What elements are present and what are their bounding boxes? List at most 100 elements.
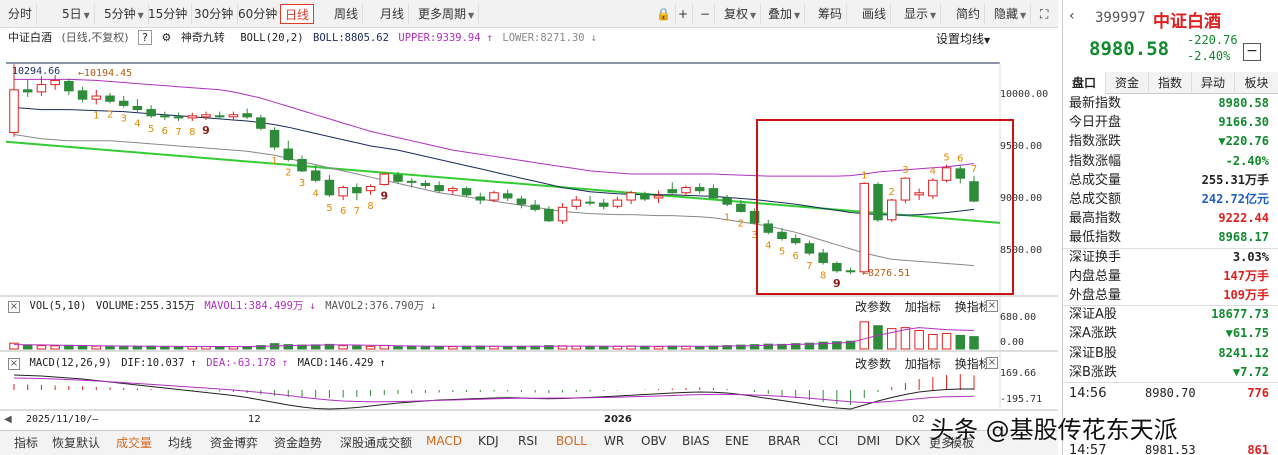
candle xyxy=(269,129,280,148)
candle xyxy=(708,188,719,199)
volume-bar xyxy=(393,346,403,350)
candle xyxy=(91,95,102,100)
close-icon[interactable]: × xyxy=(8,358,20,370)
watermark: 头条 @基股传花东天派 xyxy=(930,416,1178,444)
quote-row-value: 147万手 xyxy=(1223,268,1269,283)
candle xyxy=(969,181,979,202)
td-label: 2 xyxy=(889,187,895,198)
indicator-tab-16[interactable]: CCI xyxy=(818,434,838,448)
td-label: 8 xyxy=(189,127,195,138)
macd-label: MACD(12,26,9) xyxy=(29,357,112,369)
candle xyxy=(928,179,938,197)
candle xyxy=(201,114,211,118)
candle xyxy=(160,115,170,118)
indicator-tab-15[interactable]: BRAR xyxy=(768,434,801,448)
quote-row: 最新指数 8980.58 xyxy=(1069,94,1273,113)
quote-row-value: 9222.44 xyxy=(1218,211,1269,226)
volume-bar xyxy=(132,345,143,350)
volume-bar xyxy=(77,345,88,350)
vol-add-indicator-button[interactable]: 加指标 xyxy=(905,300,941,314)
panel-change: -220.76 xyxy=(1187,33,1238,47)
quote-row-label: 最新指数 xyxy=(1069,96,1122,111)
candle xyxy=(845,270,856,273)
indicator-tab-13[interactable]: BIAS xyxy=(682,434,710,448)
collapse-icon[interactable]: − xyxy=(1243,43,1261,61)
macd-value: MACD:146.429 ↑ xyxy=(297,357,386,369)
candle xyxy=(763,223,774,233)
candle xyxy=(722,197,732,205)
divider xyxy=(1063,382,1278,383)
td-label: 3 xyxy=(121,113,127,124)
indicator-tab-8[interactable]: KDJ xyxy=(478,434,499,448)
macd-change-params-button[interactable]: 改参数 xyxy=(855,357,891,371)
vol-mavol1: MAVOL1:384.499万 ↓ xyxy=(204,300,316,312)
candle xyxy=(132,105,143,111)
indicator-tab-6[interactable]: 深股通成交额 xyxy=(340,434,412,451)
quote-row-value: 109万手 xyxy=(1223,288,1269,302)
macd-dif: DIF:10.037 ↑ xyxy=(121,357,197,369)
vol-volume: VOLUME:255.315万 xyxy=(95,300,195,312)
indicator-tab-9[interactable]: RSI xyxy=(518,434,538,448)
quote-row: 最低指数 8968.17 xyxy=(1069,228,1273,247)
candle xyxy=(475,196,486,201)
quote-row: 深证B股 8241.12 xyxy=(1069,344,1273,363)
left-arrow-icon[interactable]: ‹ xyxy=(1069,8,1075,24)
volume-bar xyxy=(969,336,979,350)
boll-upper-line xyxy=(14,78,975,177)
quote-row-value: 18677.73 xyxy=(1211,307,1269,322)
macd-dea-text: DEA:-63.178 xyxy=(206,357,276,369)
td-label: 8 xyxy=(367,201,373,212)
indicator-tab-11[interactable]: WR xyxy=(604,434,624,448)
indicator-tab-2[interactable]: 成交量 xyxy=(116,434,152,451)
tab-sector[interactable]: 板块 xyxy=(1235,72,1278,94)
td-label: 1 xyxy=(724,212,730,223)
indicator-tab-12[interactable]: OBV xyxy=(641,434,667,448)
quote-row-value: 255.31万手 xyxy=(1201,172,1269,187)
vol-change-params-button[interactable]: 改参数 xyxy=(855,300,891,314)
indicator-tab-17[interactable]: DMI xyxy=(857,434,880,448)
tab-index[interactable]: 指数 xyxy=(1149,72,1192,94)
candle xyxy=(310,170,321,181)
indicator-tab-10[interactable]: BOLL xyxy=(556,434,587,448)
volume-bar xyxy=(365,345,376,350)
volume-bar xyxy=(420,346,431,350)
vol-mavol2: MAVOL2:376.790万 ↓ xyxy=(325,300,437,312)
quote-row-label: 今日开盘 xyxy=(1069,115,1122,131)
scroll-left-icon[interactable]: ◀ xyxy=(4,414,12,425)
candle xyxy=(832,262,842,272)
indicator-tab-3[interactable]: 均线 xyxy=(168,434,192,451)
macd-add-indicator-button[interactable]: 加指标 xyxy=(905,357,941,371)
close-icon[interactable]: × xyxy=(986,357,998,369)
tab-anomaly[interactable]: 异动 xyxy=(1192,72,1235,94)
indicator-tab-4[interactable]: 资金博弈 xyxy=(210,434,258,451)
indicator-tab-18[interactable]: DKX xyxy=(895,434,920,448)
candle xyxy=(283,148,294,160)
volume-bar xyxy=(434,345,444,350)
candle xyxy=(530,204,540,210)
quote-row: 内盘总量 147万手 xyxy=(1069,267,1273,286)
tick-time: 14:56 xyxy=(1069,386,1107,401)
volume-bar xyxy=(694,346,705,350)
candle xyxy=(214,115,225,118)
tick-row: 14:56 8980.70 776 xyxy=(1069,384,1273,403)
quote-row: 深证A股 18677.73 xyxy=(1069,305,1273,324)
candle xyxy=(448,188,458,192)
main-plot: 1 2 3 4 5 6 7 8 912345 6 7 8912345 6789123 45 67 xyxy=(5,64,1001,290)
candle xyxy=(338,187,348,197)
quote-row: 指数涨幅 -2.40% xyxy=(1069,152,1273,171)
candle xyxy=(146,109,156,117)
close-icon[interactable]: × xyxy=(8,301,20,313)
indicator-tab-14[interactable]: ENE xyxy=(725,434,749,448)
volume-bar xyxy=(598,346,609,350)
candle xyxy=(297,158,307,172)
tab-orderbook[interactable]: 盘口 xyxy=(1063,72,1106,94)
volume-bar xyxy=(653,346,664,350)
indicator-tab-1[interactable]: 恢复默认 xyxy=(52,434,100,451)
indicator-tab-5[interactable]: 资金趋势 xyxy=(274,434,322,451)
close-icon[interactable]: × xyxy=(986,300,998,312)
candle xyxy=(571,199,582,207)
indicator-tab-7[interactable]: MACD xyxy=(426,434,462,448)
tab-funds[interactable]: 资金 xyxy=(1106,72,1149,94)
quote-row-label: 内盘总量 xyxy=(1069,268,1122,284)
indicator-tab-0[interactable]: 指标 xyxy=(14,434,38,451)
